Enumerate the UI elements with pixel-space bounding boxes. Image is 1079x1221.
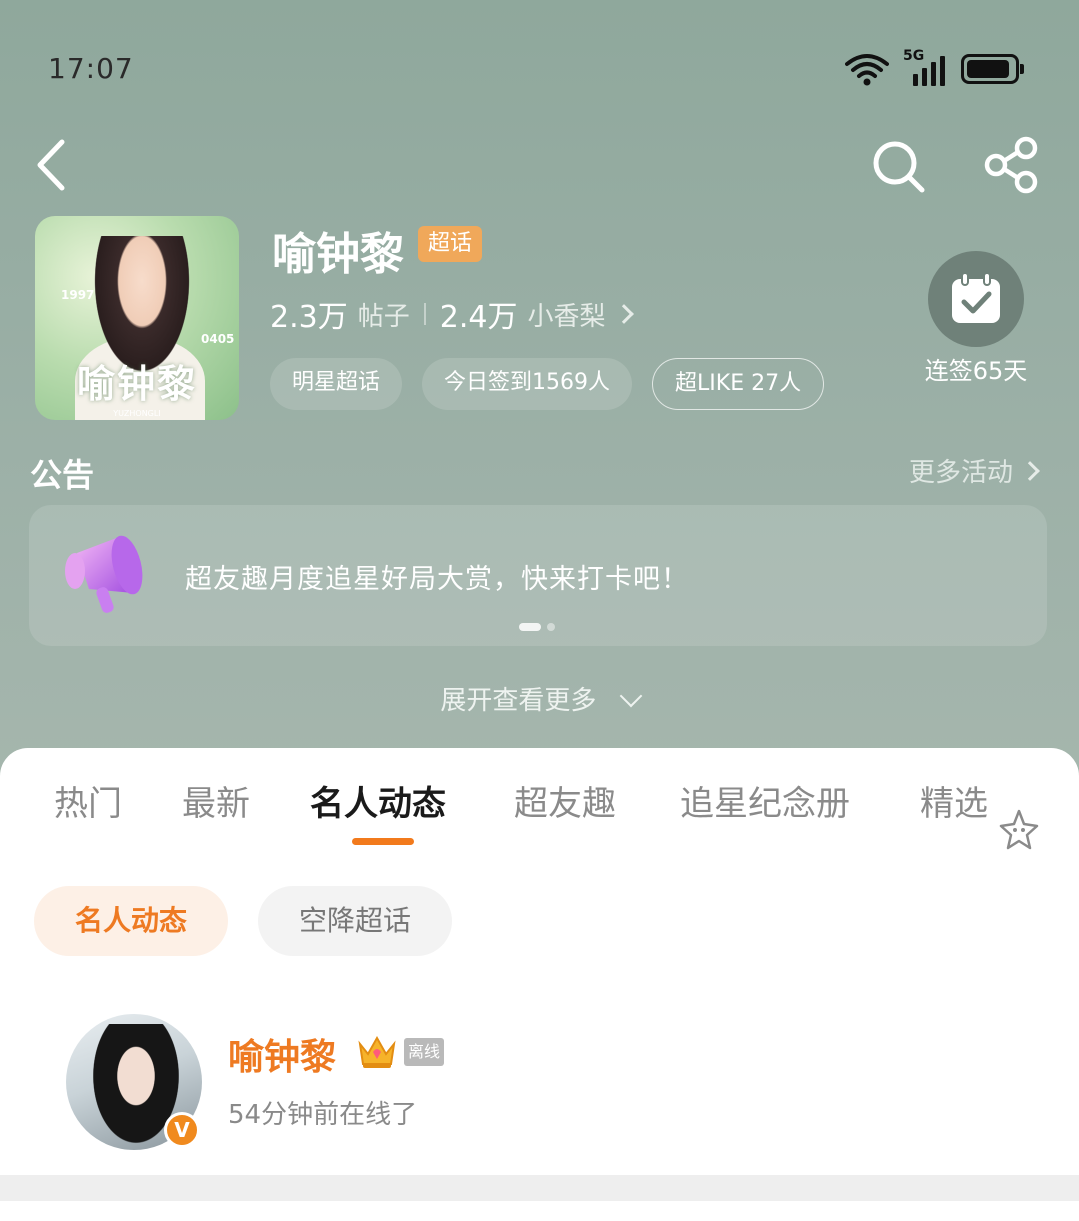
posts-count: 2.3万 bbox=[270, 300, 348, 335]
chevron-right-icon bbox=[614, 304, 635, 324]
tab-bar: 热门 最新 名人动态 超友趣 追星纪念册 精选 bbox=[0, 776, 1079, 850]
topic-cover-image[interactable]: 1997 0405 喻钟黎 YUZHONGLI bbox=[35, 216, 239, 420]
offline-badge: 离线 bbox=[404, 1038, 445, 1066]
cover-year-2: 0405 bbox=[201, 332, 235, 346]
tab-celebrity-updates[interactable]: 名人动态 bbox=[310, 776, 446, 825]
more-activity-link[interactable]: 更多活动 bbox=[908, 452, 1040, 489]
carousel-indicator bbox=[519, 623, 555, 631]
tag-super-like[interactable]: 超LIKE 27人 bbox=[652, 358, 825, 410]
status-bar: 17:07 5G bbox=[0, 40, 1079, 100]
sub-filter-chips: 名人动态 空降超话 bbox=[34, 886, 452, 956]
expand-more-button[interactable]: 展开查看更多 bbox=[0, 680, 1079, 717]
megaphone-icon bbox=[65, 535, 143, 613]
chip-airdrop-topic[interactable]: 空降超话 bbox=[258, 886, 452, 956]
tab-hot[interactable]: 热门 bbox=[54, 776, 122, 825]
checkin-button[interactable] bbox=[928, 251, 1024, 347]
tab-memorial-album[interactable]: 追星纪念册 bbox=[680, 776, 850, 825]
status-icons: 5G bbox=[845, 48, 1024, 86]
chevron-down-icon bbox=[619, 684, 642, 708]
expand-more-label: 展开查看更多 bbox=[440, 686, 597, 716]
wifi-icon bbox=[845, 54, 889, 86]
topic-tags: 明星超话 今日签到1569人 超LIKE 27人 bbox=[270, 358, 825, 410]
share-icon[interactable] bbox=[982, 136, 1040, 194]
fans-count: 2.4万 bbox=[439, 300, 518, 335]
content-sheet: 热门 最新 名人动态 超友趣 追星纪念册 精选 名人动态 空降超话 V 喻钟黎 … bbox=[0, 748, 1079, 1221]
cover-name: 喻钟黎 bbox=[76, 362, 197, 406]
cover-year-1: 1997 bbox=[61, 288, 95, 302]
checkin-streak-label: 连签65天 bbox=[924, 357, 1028, 385]
back-icon[interactable] bbox=[32, 138, 72, 192]
notice-title: 公告 bbox=[30, 456, 95, 494]
topic-title: 喻钟黎 bbox=[272, 229, 404, 280]
notice-text: 超友趣月度追星好局大赏，快来打卡吧！ bbox=[185, 564, 689, 595]
notice-card[interactable]: 超友趣月度追星好局大赏，快来打卡吧！ bbox=[29, 505, 1047, 646]
posts-label: 帖子 bbox=[357, 301, 410, 332]
search-icon[interactable] bbox=[870, 138, 926, 194]
topic-header: 17:07 5G 1997 0405 喻钟黎 YUZHONGLI 喻钟黎 超话 … bbox=[0, 0, 1079, 780]
battery-icon bbox=[961, 54, 1024, 84]
crown-icon bbox=[358, 1035, 396, 1068]
signal-icon: 5G bbox=[903, 48, 947, 86]
chip-celebrity-updates[interactable]: 名人动态 bbox=[34, 886, 228, 956]
celebrity-name[interactable]: 喻钟黎 bbox=[228, 1028, 336, 1080]
verified-badge-icon: V bbox=[164, 1112, 200, 1148]
active-tab-indicator bbox=[352, 838, 414, 845]
tag-checkin-count[interactable]: 今日签到1569人 bbox=[422, 358, 633, 410]
chevron-right-icon bbox=[1020, 460, 1040, 481]
status-time: 17:07 bbox=[48, 52, 134, 85]
cover-pinyin: YUZHONGLI bbox=[113, 409, 161, 418]
last-seen-text: 54分钟前在线了 bbox=[228, 1100, 418, 1130]
tag-star-topic[interactable]: 明星超话 bbox=[270, 358, 403, 410]
more-activity-label: 更多活动 bbox=[908, 458, 1013, 488]
fans-label: 小香梨 bbox=[527, 301, 606, 332]
section-divider bbox=[0, 1175, 1079, 1201]
topic-stats[interactable]: 2.3万 帖子 2.4万 小香梨 bbox=[270, 292, 635, 336]
calendar-check-icon bbox=[952, 272, 1000, 323]
sparkle-icon bbox=[999, 809, 1039, 850]
tab-latest[interactable]: 最新 bbox=[182, 776, 250, 825]
tab-featured[interactable]: 精选 bbox=[920, 776, 988, 825]
tab-fan-fun[interactable]: 超友趣 bbox=[514, 776, 616, 825]
chaohua-badge: 超话 bbox=[418, 226, 483, 262]
stats-divider bbox=[423, 303, 426, 325]
